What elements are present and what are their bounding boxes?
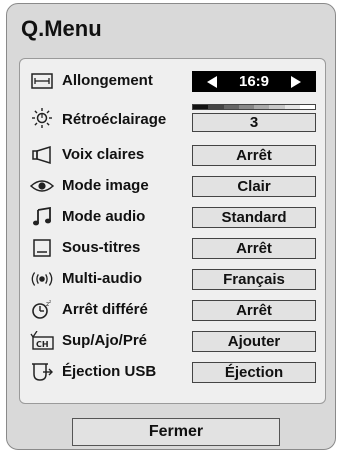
setting-label: Voix claires: [62, 146, 145, 163]
music-note-icon: [30, 206, 54, 228]
setting-value: Français: [223, 271, 285, 288]
setting-row-picture-mode[interactable]: Mode image Clair: [20, 170, 325, 202]
setting-value: Éjection: [224, 364, 284, 381]
quick-menu-window: Q.Menu Allongement 16:9 Rétroéclairage 3…: [6, 3, 336, 450]
backlight-value-field[interactable]: 3: [192, 113, 316, 132]
setting-value: Clair: [237, 178, 271, 195]
subtitle-icon: [30, 237, 54, 259]
setting-value: 16:9: [238, 73, 270, 90]
setting-value: Ajouter: [227, 333, 281, 350]
svg-text:CH: CH: [36, 340, 49, 349]
setting-label: Arrêt différé: [62, 301, 148, 318]
backlight-sun-icon: [30, 107, 54, 129]
svg-text:z: z: [49, 300, 51, 304]
arrow-right-icon[interactable]: [291, 76, 301, 88]
usb-eject-value-field[interactable]: Éjection: [192, 362, 316, 383]
channel-edit-value-field[interactable]: Ajouter: [192, 331, 316, 352]
setting-row-sound-mode[interactable]: Mode audio Standard: [20, 201, 325, 233]
setting-label: Rétroéclairage: [62, 111, 167, 128]
channel-ch-icon: CH: [30, 330, 54, 352]
settings-panel: Allongement 16:9 Rétroéclairage 3 Voix c…: [19, 58, 326, 404]
close-button[interactable]: Fermer: [72, 418, 280, 446]
eye-icon: [30, 175, 54, 197]
aspect-ratio-icon: [30, 70, 54, 92]
picture-mode-value-field[interactable]: Clair: [192, 176, 316, 197]
backlight-level-bar: [192, 104, 316, 110]
aspect-ratio-selector[interactable]: 16:9: [192, 71, 316, 92]
setting-row-usb-eject[interactable]: Éjection USB Éjection: [20, 356, 325, 388]
setting-label: Allongement: [62, 72, 153, 89]
setting-label: Éjection USB: [62, 363, 157, 380]
setting-value: Arrêt: [236, 147, 272, 164]
setting-row-backlight[interactable]: Rétroéclairage 3: [20, 99, 325, 135]
subtitles-value-field[interactable]: Arrêt: [192, 238, 316, 259]
setting-row-channel-edit[interactable]: CH Sup/Ajo/Pré Ajouter: [20, 325, 325, 357]
usb-eject-icon: [30, 361, 54, 383]
arrow-left-icon[interactable]: [207, 76, 217, 88]
clear-voice-value-field[interactable]: Arrêt: [192, 145, 316, 166]
setting-row-subtitles[interactable]: Sous-titres Arrêt: [20, 232, 325, 264]
setting-label: Sup/Ajo/Pré: [62, 332, 148, 349]
multi-audio-value-field[interactable]: Français: [192, 269, 316, 290]
multi-audio-icon: [30, 268, 54, 290]
setting-label: Multi-audio: [62, 270, 142, 287]
setting-label: Mode image: [62, 177, 149, 194]
sleep-timer-value-field[interactable]: Arrêt: [192, 300, 316, 321]
setting-row-multi-audio[interactable]: Multi-audio Français: [20, 263, 325, 295]
setting-value: Standard: [221, 209, 287, 226]
setting-value: Arrêt: [236, 240, 272, 257]
sound-mode-value-field[interactable]: Standard: [192, 207, 316, 228]
setting-value: 3: [249, 114, 259, 131]
sleep-timer-icon: z z: [30, 299, 54, 321]
setting-row-clear-voice[interactable]: Voix claires Arrêt: [20, 139, 325, 171]
setting-row-sleep-timer[interactable]: z z Arrêt différé Arrêt: [20, 294, 325, 326]
setting-row-aspect-ratio[interactable]: Allongement 16:9: [20, 65, 325, 97]
menu-title: Q.Menu: [21, 16, 102, 41]
speaker-icon: [30, 144, 54, 166]
setting-label: Mode audio: [62, 208, 146, 225]
setting-label: Sous-titres: [62, 239, 141, 256]
setting-value: Arrêt: [236, 302, 272, 319]
